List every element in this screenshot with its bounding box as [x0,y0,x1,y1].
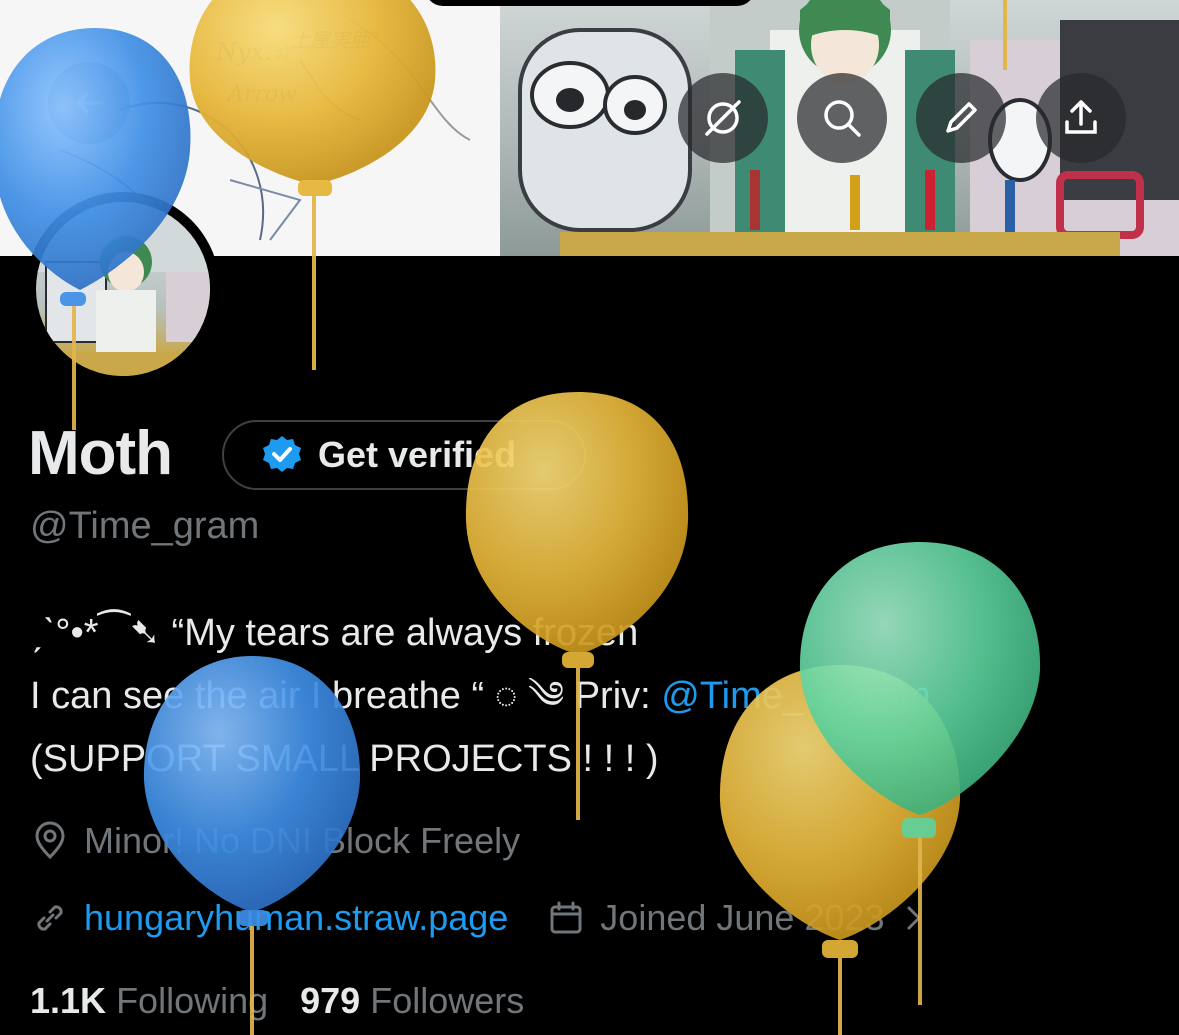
back-button[interactable] [48,62,130,144]
bio-line: (SUPPORT SMALL PROJECTS ! ! ! ) [30,738,659,780]
edit-button[interactable] [916,73,1006,163]
device-notch [425,0,755,6]
banner-sketch-word: Nyx.☆ [216,38,294,66]
bio-mention-link[interactable]: @Time_Gramm [661,675,930,717]
share-button[interactable] [1036,73,1126,163]
joined-date: Joined June 2023 [600,897,885,938]
followers-count: 979 [300,980,361,1021]
banner-sketch-word: 土屋実亜° [290,28,380,52]
eye-slash-icon [705,100,741,136]
bio-line: ˏˋ°•*⁀➷ “My tears are always frozen [30,612,639,654]
profile-handle: @Time_gram [30,505,260,547]
search-icon [824,100,861,137]
banner-desk [560,232,1120,256]
location-pin-icon [35,821,65,860]
calendar-icon [550,901,582,934]
circle-button[interactable] [678,73,768,163]
pencil-icon [946,102,977,133]
location-text: Minor! No DNI Block Freely [84,820,521,861]
profile-location: Minor! No DNI Block Freely [30,820,520,862]
profile-website-row: hungaryhuman.straw.page Joined June 2023 [30,897,929,939]
arrow-left-icon [76,92,103,114]
get-verified-button[interactable]: Get verified [222,420,586,490]
get-verified-label: Get verified [318,434,517,475]
bio-line: I can see the air I breathe “ ◌ ༄ Priv: … [30,665,1170,728]
avatar-image [36,202,210,376]
link-icon [37,905,63,931]
share-icon [1065,100,1097,134]
following-label: Following [116,980,269,1021]
profile-stats: 1.1K Following 979 Followers [30,980,524,1022]
bio-text: I can see the air I breathe “ ◌ ༄ Priv: [30,675,662,717]
profile-avatar[interactable] [26,192,220,386]
profile-bio: ˏˋ°•*⁀➷ “My tears are always frozen I ca… [30,602,1170,791]
followers-stat[interactable]: 979 Followers [300,980,524,1022]
verified-badge-icon [263,436,301,472]
following-stat[interactable]: 1.1K Following [30,980,268,1022]
search-button[interactable] [797,73,887,163]
followers-label: Followers [370,980,525,1021]
website-link[interactable]: hungaryhuman.straw.page [84,897,508,939]
display-name: Moth [28,419,173,488]
following-count: 1.1K [30,980,107,1021]
chevron-right-icon[interactable] [899,900,929,936]
avatar-art [36,202,210,376]
banner-sketch-word: Arrow [228,82,297,107]
